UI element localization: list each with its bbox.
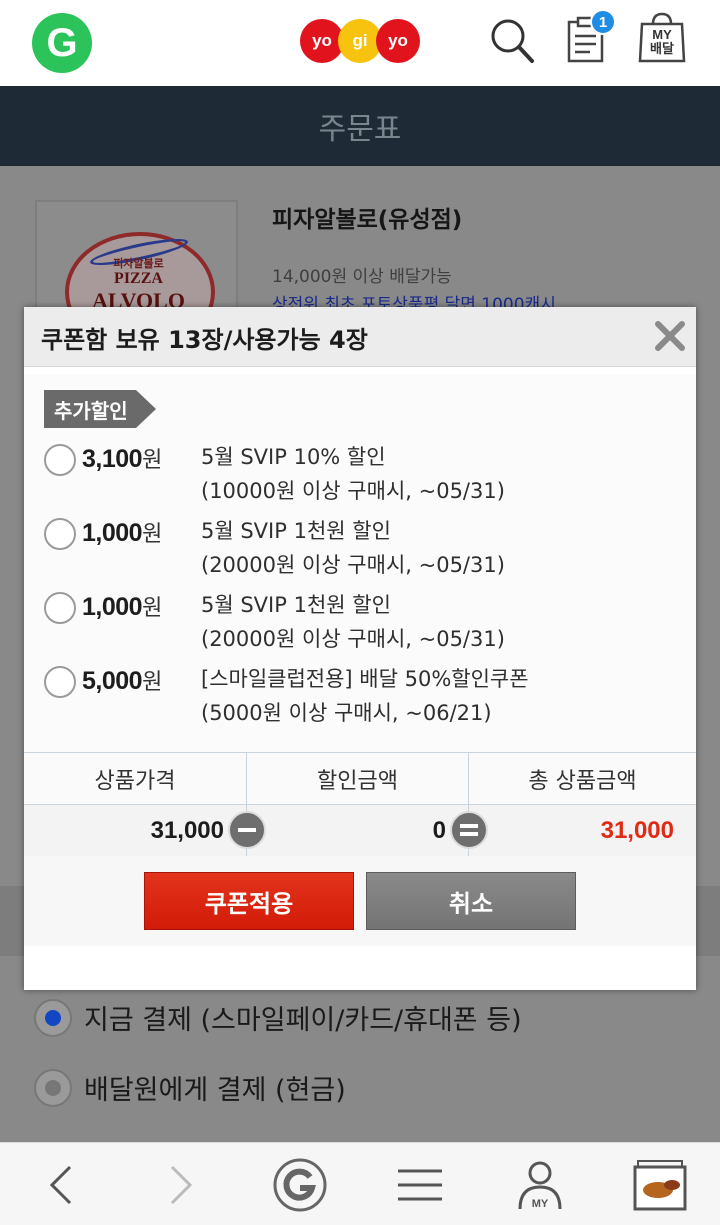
coupon-item[interactable]: 5,000원 [스마일클럽전용] 배달 50%할인쿠폰 (5000원 이상 구매… bbox=[44, 660, 684, 730]
order-count-badge: 1 bbox=[590, 9, 616, 35]
coupon-radio[interactable] bbox=[44, 592, 76, 624]
coupon-condition: (5000원 이상 구매시, ~06/21) bbox=[201, 701, 492, 725]
search-icon[interactable] bbox=[488, 16, 536, 66]
summary-header-row: 상품가격 할인금액 총 상품금액 bbox=[24, 753, 696, 805]
page-title-bar: 주문표 bbox=[0, 86, 720, 166]
coupon-title: 5월 SVIP 1천원 할인 bbox=[201, 593, 391, 617]
coupon-radio[interactable] bbox=[44, 444, 76, 476]
summary-total-cell: 31,000 bbox=[469, 805, 696, 856]
coupon-item[interactable]: 3,100원 5월 SVIP 10% 할인 (10000원 이상 구매시, ~0… bbox=[44, 438, 684, 508]
coupon-condition: (20000원 이상 구매시, ~05/31) bbox=[201, 627, 505, 651]
coupon-amount: 3,100원 bbox=[82, 445, 162, 473]
store-min-order: 14,000원 이상 배달가능 bbox=[272, 267, 452, 287]
minus-icon bbox=[228, 811, 266, 849]
store-name[interactable]: 피자알볼로(유성점) bbox=[272, 200, 462, 234]
modal-actions: 쿠폰적용 취소 bbox=[24, 856, 696, 946]
page-title: 주문표 bbox=[318, 112, 402, 147]
coupon-condition: (20000원 이상 구매시, ~05/31) bbox=[201, 553, 505, 577]
coupon-title: [스마일클럽전용] 배달 50%할인쿠폰 bbox=[201, 667, 529, 691]
coupon-amount: 5,000원 bbox=[82, 667, 162, 695]
coupon-condition: (10000원 이상 구매시, ~05/31) bbox=[201, 479, 505, 503]
section-tag: 추가할인 bbox=[44, 390, 156, 428]
summary-discount-cell: 0 bbox=[247, 805, 488, 856]
equals-icon bbox=[450, 811, 488, 849]
gmarket-logo-button[interactable]: G bbox=[32, 13, 92, 73]
recent-tabs-icon[interactable] bbox=[632, 1157, 688, 1213]
yogiyo-logo-part: yo bbox=[376, 19, 420, 63]
modal-title: 쿠폰함 보유 13장/사용가능 4장 bbox=[41, 326, 368, 354]
store-logo-image: 피자알볼로 PIZZA ALVOLO bbox=[35, 200, 238, 310]
coupon-amount: 1,000원 bbox=[82, 519, 162, 547]
payment-option-cash[interactable]: 배달원에게 결제 (현금) bbox=[34, 1068, 346, 1107]
coupon-item[interactable]: 1,000원 5월 SVIP 1천원 할인 (20000원 이상 구매시, ~0… bbox=[44, 586, 684, 656]
modal-header: 쿠폰함 보유 13장/사용가능 4장 bbox=[24, 307, 696, 367]
app-header: G yo gi yo 1 MY 배달 bbox=[0, 0, 720, 86]
delivery-label: 배달 bbox=[650, 42, 674, 57]
coupon-radio[interactable] bbox=[44, 518, 76, 550]
back-arrow-icon[interactable] bbox=[34, 1157, 90, 1213]
store-logo-text-top: 피자알볼로 bbox=[113, 257, 164, 270]
coupon-radio[interactable] bbox=[44, 666, 76, 698]
gmarket-home-icon[interactable] bbox=[272, 1157, 328, 1213]
browser-bottom-bar: MY bbox=[0, 1142, 720, 1225]
yogiyo-logo[interactable]: yo gi yo bbox=[300, 19, 420, 63]
summary-header-discount: 할인금액 bbox=[247, 753, 469, 804]
summary-price-cell: 31,000 bbox=[24, 805, 266, 856]
product-price-value: 31,000 bbox=[150, 816, 224, 844]
payment-option-label: 지금 결제 (스마일페이/카드/휴대폰 등) bbox=[84, 1005, 522, 1036]
cancel-button[interactable]: 취소 bbox=[366, 872, 576, 930]
close-icon[interactable] bbox=[654, 320, 686, 352]
payment-radio-cash[interactable] bbox=[34, 1068, 72, 1107]
coupon-modal: 쿠폰함 보유 13장/사용가능 4장 추가할인 3,100원 5월 SVIP 1… bbox=[24, 307, 696, 990]
summary-header-price: 상품가격 bbox=[24, 753, 247, 804]
coupon-title: 5월 SVIP 1천원 할인 bbox=[201, 519, 391, 543]
forward-arrow-icon[interactable] bbox=[152, 1157, 208, 1213]
svg-text:MY: MY bbox=[532, 1198, 549, 1210]
my-delivery-bag-icon[interactable]: MY 배달 bbox=[637, 12, 687, 64]
section-tag-label: 추가할인 bbox=[44, 390, 136, 428]
payment-option-label: 배달원에게 결제 (현금) bbox=[84, 1075, 346, 1106]
coupon-list: 추가할인 3,100원 5월 SVIP 10% 할인 (10000원 이상 구매… bbox=[24, 374, 696, 752]
summary-value-row: 31,000 0 31,000 bbox=[24, 805, 696, 856]
my-label: MY bbox=[652, 27, 672, 42]
section-tag-arrow bbox=[135, 390, 156, 428]
menu-icon[interactable] bbox=[392, 1157, 448, 1213]
logo-letter: G bbox=[46, 21, 78, 65]
apply-coupon-button[interactable]: 쿠폰적용 bbox=[144, 872, 354, 930]
total-value: 31,000 bbox=[600, 816, 674, 844]
discount-value: 0 bbox=[432, 816, 446, 844]
coupon-title: 5월 SVIP 10% 할인 bbox=[201, 445, 386, 469]
payment-option-now[interactable]: 지금 결제 (스마일페이/카드/휴대폰 등) bbox=[34, 998, 522, 1037]
payment-radio-now[interactable] bbox=[34, 998, 72, 1037]
coupon-amount: 1,000원 bbox=[82, 593, 162, 621]
store-logo-text-mid: PIZZA bbox=[114, 270, 163, 287]
my-page-icon[interactable]: MY bbox=[512, 1157, 568, 1213]
coupon-item[interactable]: 1,000원 5월 SVIP 1천원 할인 (20000원 이상 구매시, ~0… bbox=[44, 512, 684, 582]
price-summary-table: 상품가격 할인금액 총 상품금액 31,000 0 31,000 bbox=[24, 752, 696, 856]
summary-header-total: 총 상품금액 bbox=[528, 768, 637, 794]
